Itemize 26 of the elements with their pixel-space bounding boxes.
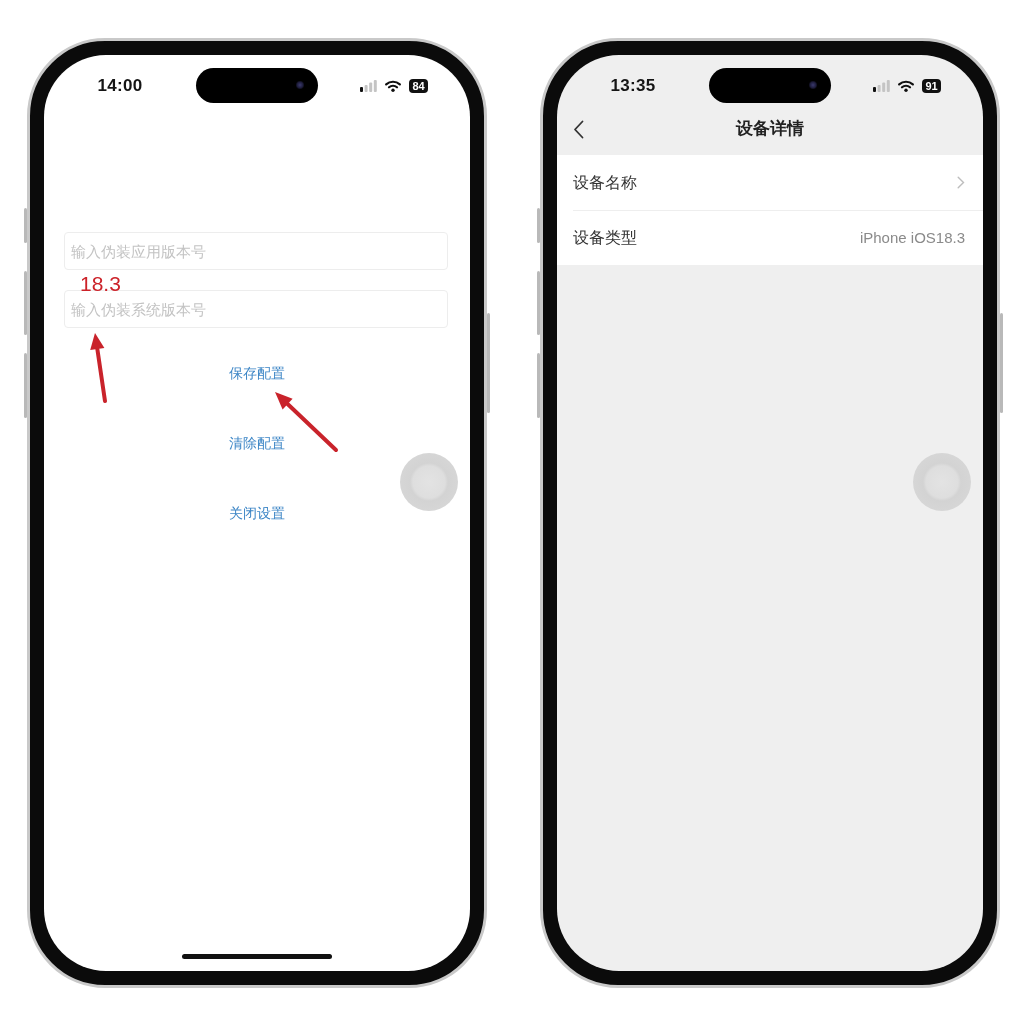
page-title: 设备详情 bbox=[734, 118, 805, 141]
phone-side-ridge bbox=[24, 208, 27, 243]
text-button[interactable]: 关闭设置 bbox=[220, 494, 294, 532]
battery-indicator: 91 bbox=[922, 78, 941, 93]
row-label[interactable]: 设备名称 bbox=[573, 170, 637, 195]
wifi-icon bbox=[898, 79, 915, 92]
status-time: 14:00 bbox=[97, 74, 143, 97]
row-label: 设备类型 bbox=[573, 228, 637, 248]
phone-side-ridge bbox=[537, 353, 540, 418]
back-icon[interactable] bbox=[573, 119, 584, 139]
chevron-right-icon[interactable] bbox=[957, 176, 965, 189]
phone-side-ridge bbox=[537, 208, 540, 243]
wifi-icon bbox=[385, 79, 402, 92]
signal-icon bbox=[360, 79, 378, 92]
text-button[interactable]: 清除配置 bbox=[220, 424, 294, 462]
text-input-field[interactable]: 输入伪装系统版本号 bbox=[64, 290, 448, 328]
text-button[interactable]: 保存配置 bbox=[220, 354, 294, 392]
text-input-field[interactable]: 输入伪装应用版本号 bbox=[64, 232, 448, 270]
phone-side-ridge bbox=[24, 353, 27, 418]
annotation-arrow bbox=[272, 389, 340, 454]
signal-icon bbox=[873, 79, 891, 92]
phone-side-ridge bbox=[537, 271, 540, 335]
row-value: iPhone iOS18.3 bbox=[859, 227, 965, 248]
battery-indicator: 84 bbox=[409, 78, 428, 93]
phone-side-ridge bbox=[24, 271, 27, 335]
status-time: 13:35 bbox=[610, 74, 656, 97]
